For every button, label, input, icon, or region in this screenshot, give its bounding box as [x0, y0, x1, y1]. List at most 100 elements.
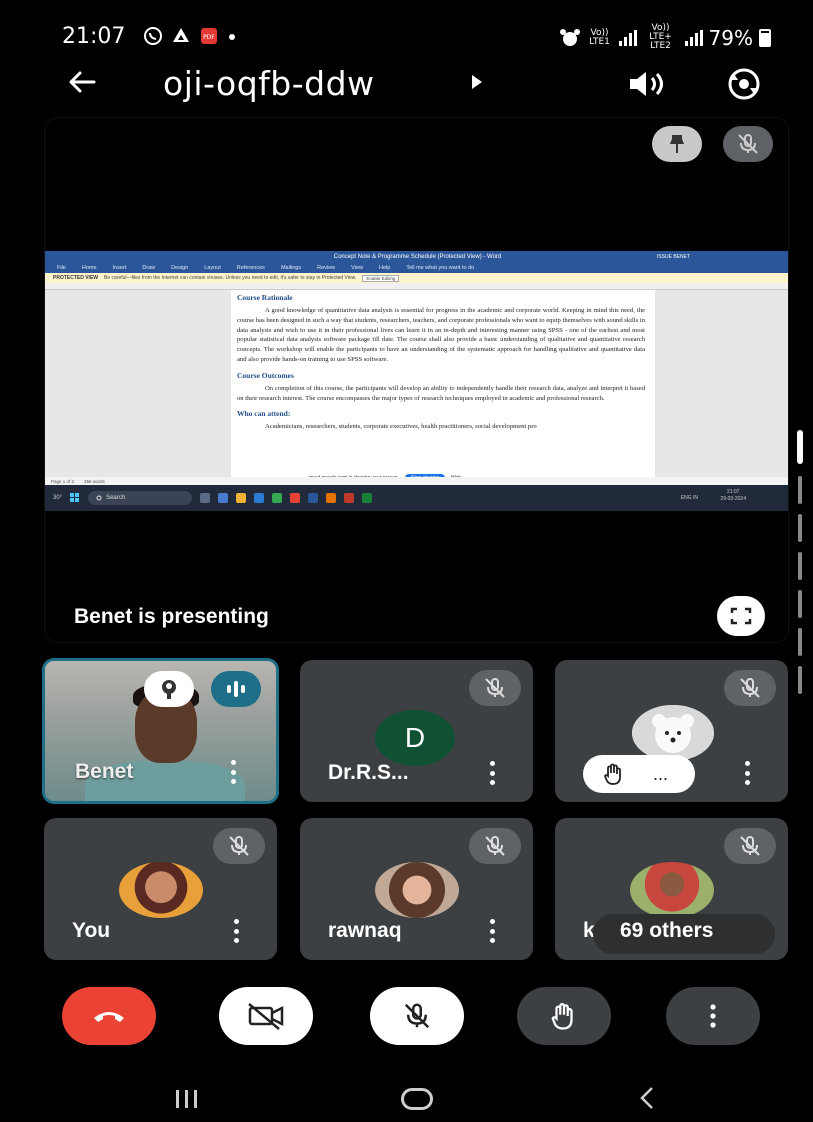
weather-text: 30°	[53, 495, 63, 501]
doc-heading: Course Outcomes	[237, 370, 294, 380]
mute-indicator	[469, 828, 521, 864]
language-indicator: ENG IN	[680, 495, 698, 501]
switch-camera-icon[interactable]	[722, 66, 766, 102]
avatar	[630, 862, 714, 918]
mute-indicator	[724, 670, 776, 706]
ribbon-tab: Design	[171, 265, 189, 271]
raise-hand-button[interactable]	[517, 987, 611, 1045]
more-vert-icon[interactable]	[489, 919, 495, 943]
ribbon-tab: View	[351, 265, 363, 271]
participant-name: You	[72, 919, 111, 942]
mute-indicator	[213, 828, 265, 864]
taskbar-app-icon	[236, 493, 247, 503]
chevron-right-icon[interactable]	[472, 75, 482, 89]
pin-icon	[670, 135, 684, 153]
taskbar-time: 21:07	[726, 489, 740, 495]
mic-toggle-button[interactable]	[370, 987, 464, 1045]
fullscreen-button[interactable]	[717, 596, 765, 636]
more-vert-icon[interactable]	[230, 760, 236, 784]
home-button[interactable]	[401, 1088, 433, 1110]
ribbon-tab: Help	[379, 265, 391, 271]
lower-hand-indicator	[144, 671, 194, 707]
pdf-icon: PDF	[201, 28, 217, 44]
meeting-code[interactable]: oji-oqfb-ddw	[163, 64, 375, 103]
others-count[interactable]: 69 others	[620, 919, 713, 943]
camera-toggle-button[interactable]	[219, 987, 313, 1045]
alarm-icon	[559, 28, 580, 46]
ribbon-tab: Tell me what you want to do	[406, 265, 475, 271]
teddy-bear-image	[632, 705, 714, 761]
android-nav-bar	[0, 1070, 813, 1122]
ribbon-tab: Review	[317, 265, 336, 271]
enable-editing-button: Enable Editing	[362, 274, 400, 282]
windows-taskbar: 30° Search ENG IN 21:07 29-03-2024	[45, 485, 788, 511]
ribbon-tab: References	[236, 265, 265, 271]
signal-2-icon	[684, 29, 703, 46]
sim1-label: Vo)) LTE1	[589, 27, 610, 47]
whatsapp-icon	[144, 27, 162, 45]
taskbar-app-icon	[308, 493, 319, 503]
ribbon-tab: Layout	[204, 265, 221, 271]
speaking-indicator	[211, 671, 261, 707]
word-titlebar: Concept Note & Programme Schedule (Prote…	[45, 251, 788, 263]
mic-off-icon	[404, 1003, 430, 1029]
dot-icon	[229, 34, 235, 40]
raised-hand-indicator: ...	[583, 755, 695, 793]
pin-button[interactable]	[652, 126, 702, 162]
participant-tile[interactable]: rawnaq	[300, 818, 533, 960]
ribbon-tab: Draw	[142, 265, 156, 271]
doc-paragraph: A good knowledge of quantitative data an…	[237, 307, 645, 363]
signal-1-icon	[618, 29, 637, 46]
word-user: ISSUE BENET	[656, 254, 690, 260]
sim2-label: Vo)) LTE+ LTE2	[649, 23, 672, 51]
ribbon-tab: Insert	[112, 265, 127, 271]
participant-tile[interactable]: You	[44, 818, 277, 960]
participant-name: Benet	[75, 760, 134, 783]
notification-icons: PDF	[143, 26, 237, 46]
battery-icon	[759, 28, 771, 47]
speaker-icon[interactable]	[626, 68, 668, 100]
participant-tile[interactable]: D Dr.R.S...	[300, 660, 533, 802]
phone-hangup-icon	[94, 1012, 124, 1022]
participant-tile[interactable]: ...	[555, 660, 788, 802]
battery-percent: 79%	[708, 25, 753, 50]
more-vert-icon[interactable]	[233, 919, 239, 943]
end-call-button[interactable]	[62, 987, 156, 1045]
protected-view-message: Be careful—files from the Internet can c…	[104, 275, 357, 281]
recent-apps-button[interactable]	[176, 1090, 197, 1108]
more-vert-icon[interactable]	[489, 761, 495, 785]
taskbar-app-icon	[200, 493, 211, 503]
mic-off-icon	[740, 836, 760, 856]
hand-lowered-icon	[162, 680, 176, 699]
word-window-title: Concept Note & Programme Schedule (Prote…	[333, 254, 502, 260]
word-count: 356 words	[84, 478, 105, 484]
participant-name: rawnaq	[328, 919, 402, 942]
participant-tile[interactable]: Benet	[42, 658, 279, 804]
mic-off-icon	[229, 836, 249, 856]
doc-heading: Course Rationale	[237, 293, 293, 302]
ribbon-tab: Home	[81, 265, 97, 271]
back-nav-icon[interactable]	[637, 1084, 657, 1112]
presentation-tile[interactable]: Concept Note & Programme Schedule (Prote…	[44, 117, 789, 643]
taskbar-app-icon	[326, 493, 337, 503]
avatar	[375, 862, 459, 918]
taskbar-search: Search	[88, 491, 193, 505]
ribbon-tab: File	[57, 265, 66, 271]
document-area: Course Rationale A good knowledge of qua…	[45, 290, 788, 477]
document-page: Course Rationale A good knowledge of qua…	[231, 290, 655, 477]
more-options-button[interactable]	[666, 987, 760, 1045]
taskbar-app-icon	[290, 493, 301, 503]
taskbar-app-icon	[254, 493, 265, 503]
arrow-left-icon[interactable]	[64, 64, 100, 100]
hand-icon	[604, 763, 621, 785]
presenting-label: Benet is presenting	[74, 605, 269, 628]
participant-name: Dr.R.S...	[328, 761, 409, 784]
participant-tile[interactable]: ku 69 others	[555, 818, 788, 960]
fullscreen-icon	[730, 607, 752, 625]
protected-view-bar: PROTECTED VIEW Be careful—files from the…	[45, 273, 788, 283]
avatar	[119, 862, 203, 918]
taskbar-date: 29-03-2024	[720, 496, 746, 502]
taskbar-app-icon	[362, 493, 373, 503]
taskbar-clock: 21:07 29-03-2024	[720, 489, 746, 503]
more-vert-icon[interactable]	[744, 761, 750, 785]
